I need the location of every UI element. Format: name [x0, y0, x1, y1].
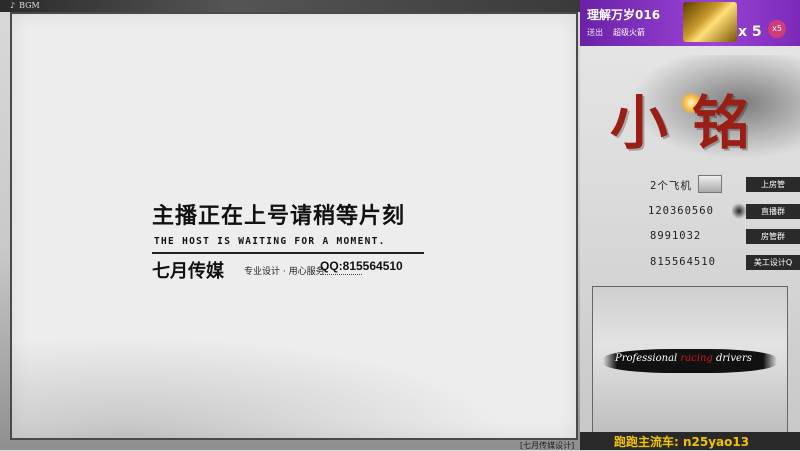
info-tag: 上房管: [746, 177, 800, 192]
info-row: 2个飞机 上房管: [580, 175, 800, 195]
gift-action: 送出: [587, 28, 603, 37]
promo-banner: Professional racing drivers: [592, 286, 788, 436]
bgm-bar: ♪ BGM: [0, 0, 580, 12]
qq-contact: QQ:815564510: [320, 259, 403, 273]
gift-sender: 理解万岁016: [587, 8, 661, 22]
divider-line: [152, 252, 424, 254]
marquee-text: 跑跑主流车: n25yao13: [614, 435, 750, 449]
gift-multiplier: x 5: [738, 24, 762, 40]
promo-prefix: Professional: [615, 353, 681, 364]
qq-underline: [320, 274, 362, 275]
info-value: 815564510: [650, 256, 716, 268]
promo-highlight: racing: [680, 353, 713, 364]
brand-name: 七月传媒: [152, 261, 224, 282]
ink-brush-icon: [732, 202, 746, 220]
info-tag: 美工设计Q: [746, 255, 800, 270]
info-tag: 房管群: [746, 229, 800, 244]
waiting-title: 主播正在上号请稍等片刻: [152, 204, 406, 229]
waiting-stage: 主播正在上号请稍等片刻 THE HOST IS WAITING FOR A MO…: [10, 12, 578, 440]
streamer-name-char-2: 铭: [692, 89, 751, 157]
waiting-subtitle-en: THE HOST IS WAITING FOR A MOMENT.: [154, 236, 386, 247]
bgm-label: BGM: [19, 1, 40, 10]
promo-suffix: drivers: [712, 353, 752, 364]
info-row: 120360560 直播群: [580, 202, 800, 222]
info-row: 815564510 美工设计Q: [580, 253, 800, 273]
promo-text: Professional racing drivers: [615, 353, 752, 364]
rocket-gift-icon: [683, 2, 737, 42]
info-row: 8991032 房管群: [580, 227, 800, 247]
info-value: 2个飞机: [650, 180, 692, 192]
music-note-icon: ♪: [10, 1, 16, 10]
car-icon: [698, 175, 722, 193]
gift-item-name: 超级火箭: [613, 28, 645, 37]
info-value: 120360560: [648, 205, 714, 217]
designer-credit: [七月传媒设计]: [520, 441, 575, 450]
side-panel: 理解万岁016 送出 超级火箭 x 5 x5 小 铭 2个飞机 上房管 1203…: [580, 0, 800, 450]
streamer-name-char-1: 小: [610, 89, 669, 157]
gift-notification: 理解万岁016 送出 超级火箭 x 5 x5: [580, 0, 800, 46]
info-value: 8991032: [650, 230, 702, 242]
brand-slogan: 专业设计 · 用心服务: [244, 267, 325, 277]
gift-count-badge: x5: [768, 20, 786, 38]
info-tag: 直播群: [746, 204, 800, 219]
marquee-bar: 跑跑主流车: n25yao13: [580, 432, 800, 450]
